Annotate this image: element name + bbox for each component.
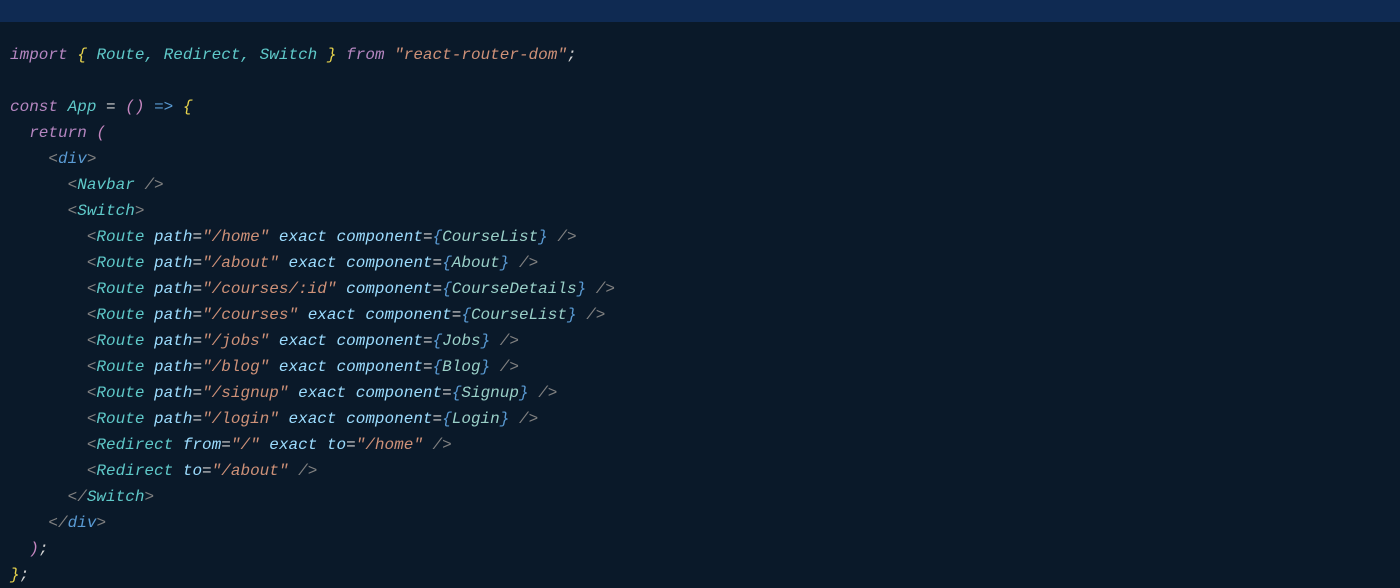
routes-block: <Route path="/home" exact component={Cou… <box>10 224 1400 432</box>
tag-bracket: > <box>96 514 106 532</box>
brace: { <box>183 98 193 116</box>
tag-redirect: Redirect <box>96 436 173 454</box>
code-line: </Switch> <box>10 484 1400 510</box>
tag-redirect: Redirect <box>96 462 173 480</box>
attr-to: to <box>183 462 202 480</box>
tag-bracket: / <box>58 514 68 532</box>
string-to: "/home" <box>356 436 423 454</box>
arrow: => <box>154 98 173 116</box>
brace: { <box>77 46 87 64</box>
code-line: <div> <box>10 146 1400 172</box>
paren-close: ) <box>29 540 39 558</box>
tag-bracket: < <box>68 176 78 194</box>
code-line: return ( <box>10 120 1400 146</box>
tag-bracket: < <box>87 436 97 454</box>
code-line: <Route path="/jobs" exact component={Job… <box>10 328 1400 354</box>
paren: ( <box>96 124 106 142</box>
keyword-import: import <box>10 46 68 64</box>
code-line-blank <box>10 68 1400 94</box>
tag-bracket: < <box>68 202 78 220</box>
tag-bracket: > <box>144 488 154 506</box>
tag-bracket: > <box>135 202 145 220</box>
tag-bracket: < <box>48 150 58 168</box>
identifier-app: App <box>68 98 97 116</box>
parens: () <box>125 98 144 116</box>
code-line: ); <box>10 536 1400 562</box>
tag-bracket: > <box>442 436 452 454</box>
tag-navbar: Navbar <box>77 176 135 194</box>
code-line: <Route path="/courses/:id" component={Co… <box>10 276 1400 302</box>
keyword-return: return <box>29 124 87 142</box>
string-to: "/about" <box>212 462 289 480</box>
tag-div: div <box>58 150 87 168</box>
semicolon: ; <box>20 566 30 584</box>
operator-eq: = <box>202 462 212 480</box>
tag-bracket: < <box>48 514 58 532</box>
brace: } <box>327 46 337 64</box>
tag-bracket: > <box>87 150 97 168</box>
import-names: Route, Redirect, Switch <box>96 46 317 64</box>
code-line: <Route path="/login" exact component={Lo… <box>10 406 1400 432</box>
attr-exact: exact <box>269 436 317 454</box>
code-line: import { Route, Redirect, Switch } from … <box>10 42 1400 68</box>
tag-switch: Switch <box>87 488 145 506</box>
code-editor[interactable]: import { Route, Redirect, Switch } from … <box>0 22 1400 588</box>
tag-bracket: > <box>308 462 318 480</box>
tag-bracket: / <box>433 436 443 454</box>
code-line: <Route path="/courses" exact component={… <box>10 302 1400 328</box>
tag-bracket: < <box>87 462 97 480</box>
code-line: const App = () => { <box>10 94 1400 120</box>
code-line: <Switch> <box>10 198 1400 224</box>
code-line: <Navbar /> <box>10 172 1400 198</box>
code-line: <Route path="/home" exact component={Cou… <box>10 224 1400 250</box>
tag-bracket: / <box>298 462 308 480</box>
string-module: "react-router-dom" <box>394 46 567 64</box>
attr-to: to <box>327 436 346 454</box>
string-from: "/" <box>231 436 260 454</box>
code-line: <Route path="/blog" exact component={Blo… <box>10 354 1400 380</box>
code-line: <Redirect from="/" exact to="/home" /> <box>10 432 1400 458</box>
tag-bracket: < <box>68 488 78 506</box>
tag-bracket: / <box>77 488 87 506</box>
keyword-from: from <box>346 46 384 64</box>
brace-close: } <box>10 566 20 584</box>
tag-div: div <box>68 514 97 532</box>
code-line: <Route path="/signup" exact component={S… <box>10 380 1400 406</box>
code-line: }; <box>10 562 1400 588</box>
tag-switch: Switch <box>77 202 135 220</box>
tag-bracket: / <box>144 176 154 194</box>
operator-eq: = <box>221 436 231 454</box>
code-line: <Route path="/about" exact component={Ab… <box>10 250 1400 276</box>
code-line: <Redirect to="/about" /> <box>10 458 1400 484</box>
attr-from: from <box>183 436 221 454</box>
semicolon: ; <box>39 540 49 558</box>
keyword-const: const <box>10 98 58 116</box>
window-titlebar <box>0 0 1400 22</box>
operator-eq: = <box>346 436 356 454</box>
tag-bracket: > <box>154 176 164 194</box>
code-line: </div> <box>10 510 1400 536</box>
operator-eq: = <box>106 98 116 116</box>
semicolon: ; <box>567 46 577 64</box>
